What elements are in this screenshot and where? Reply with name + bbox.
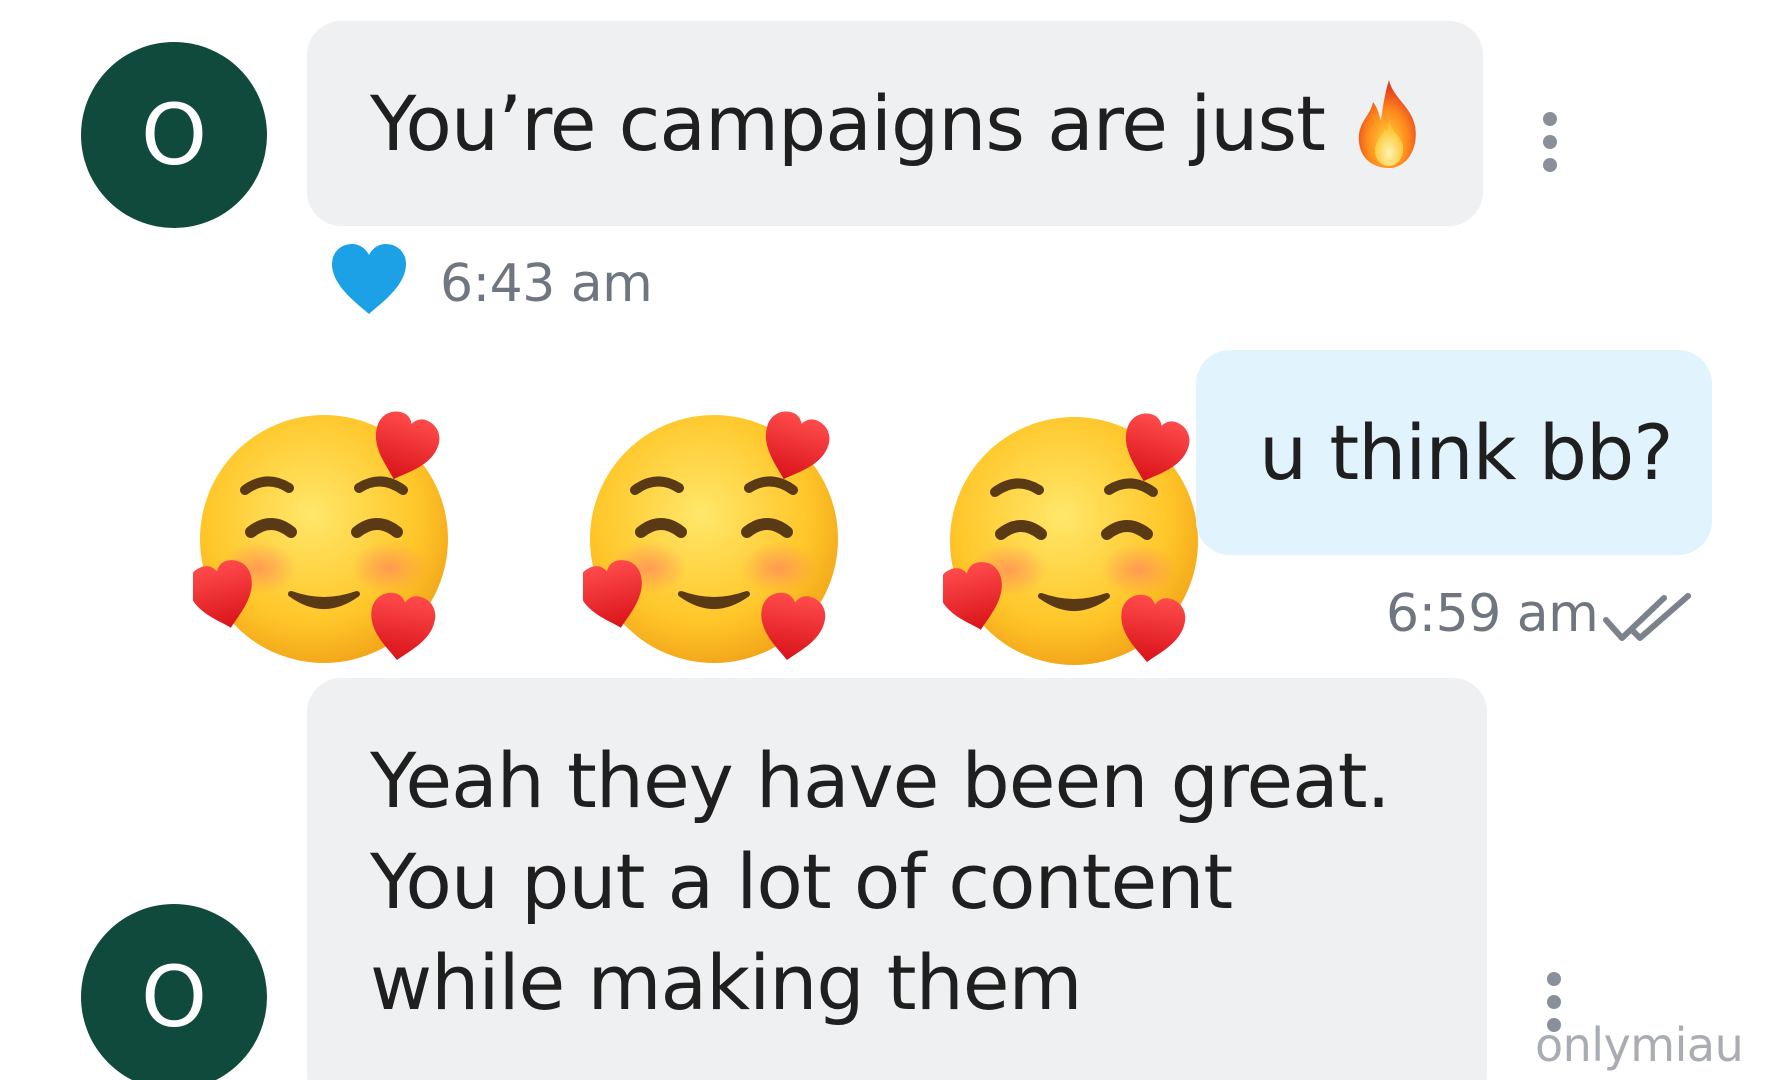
- outgoing-message-bubble[interactable]: u think bb?: [1196, 350, 1712, 555]
- dot: [1543, 135, 1557, 149]
- smiling-face-with-hearts-icon: [193, 411, 448, 663]
- message-line: Yeah they have been great.: [370, 736, 1391, 825]
- dot: [1547, 995, 1561, 1009]
- read-double-check-icon: [1603, 593, 1691, 641]
- dot: [1547, 972, 1561, 986]
- avatar-letter: O: [140, 948, 208, 1046]
- message-text: u think bb?: [1259, 408, 1674, 497]
- watermark: onlymiau: [1535, 1018, 1744, 1072]
- message-timestamp: 6:59 am: [1386, 584, 1599, 644]
- blue-heart-icon[interactable]: [328, 240, 410, 318]
- message-options-icon[interactable]: [1540, 112, 1560, 172]
- chat-view: O You’re campaigns are just 6:43 am u th…: [0, 0, 1768, 1080]
- dot: [1543, 112, 1557, 126]
- avatar-letter: O: [140, 86, 208, 184]
- message-line: while making them: [370, 938, 1083, 1027]
- message-line: You put a lot of content: [370, 837, 1233, 926]
- smiling-face-with-hearts-icon: [943, 413, 1198, 665]
- avatar[interactable]: O: [81, 904, 267, 1080]
- smiling-face-with-hearts-icon: [583, 411, 838, 663]
- fire-icon: [1358, 79, 1416, 168]
- incoming-message-bubble[interactable]: You’re campaigns are just: [307, 21, 1483, 226]
- avatar[interactable]: O: [81, 42, 267, 228]
- dot: [1543, 158, 1557, 172]
- incoming-message-bubble[interactable]: Yeah they have been great. You put a lot…: [307, 678, 1487, 1080]
- message-timestamp: 6:43 am: [440, 254, 653, 314]
- message-text: You’re campaigns are just: [370, 79, 1326, 168]
